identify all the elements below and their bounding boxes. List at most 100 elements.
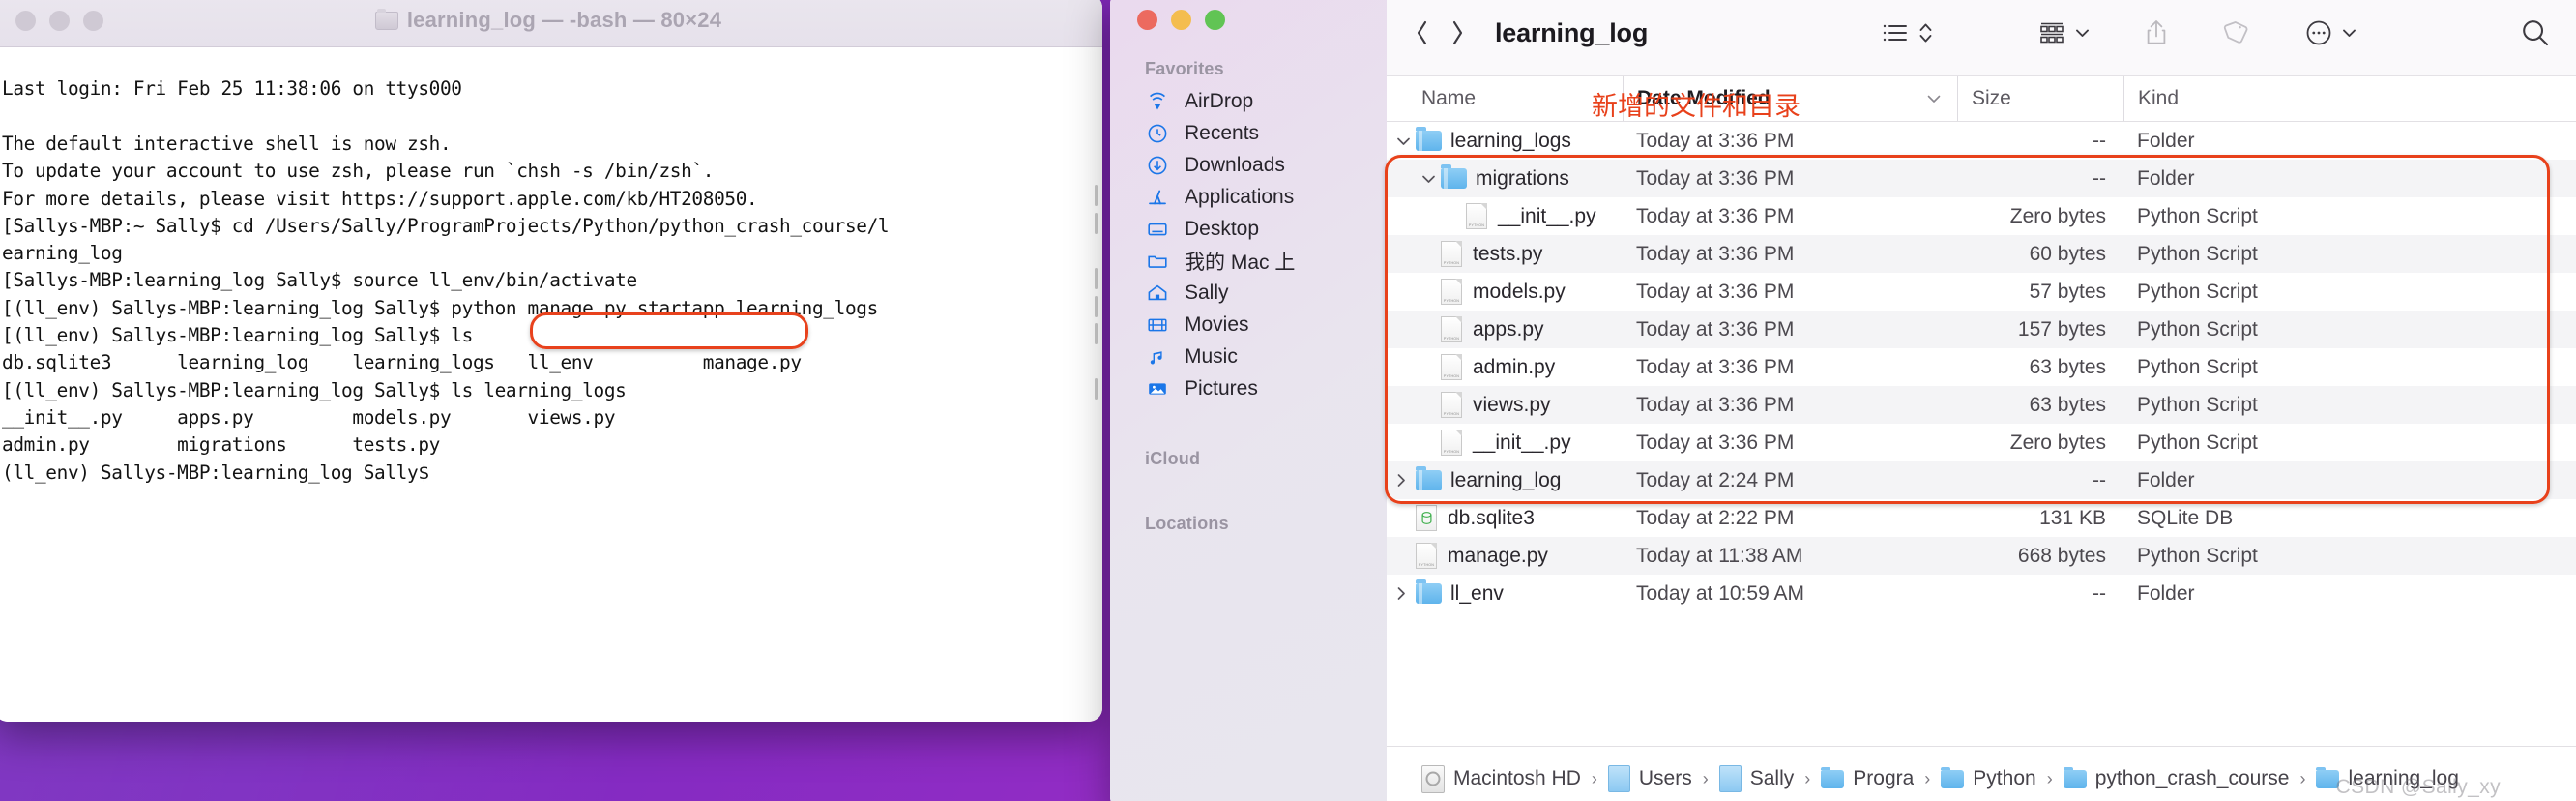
finder-sidebar[interactable]: Favorites AirDrop Recents Downloads Appl… — [1110, 0, 1387, 801]
terminal-title-text: learning_log — -bash — 80×24 — [406, 8, 722, 32]
cell-kind: Python Script — [2137, 355, 2258, 378]
breadcrumb-item[interactable]: Users — [1607, 765, 1692, 792]
folder-icon — [1145, 249, 1170, 274]
breadcrumb-item[interactable]: Python — [1941, 766, 2036, 790]
column-header-label: Name — [1421, 87, 1477, 109]
terminal-minimize-button[interactable] — [49, 10, 70, 31]
table-row[interactable]: PYTHON manage.py Today at 11:38 AM 668 byte… — [1387, 537, 2576, 575]
breadcrumb-item[interactable]: Progra — [1821, 766, 1914, 790]
breadcrumb-label: Sally — [1749, 767, 1795, 789]
table-row[interactable]: PYTHON apps.py Today at 3:36 PM 157 bytes Py… — [1387, 311, 2576, 348]
scroll-marker — [1095, 378, 1098, 400]
search-button[interactable] — [2520, 17, 2551, 48]
finder-window[interactable]: Favorites AirDrop Recents Downloads Appl… — [1110, 0, 2576, 801]
cell-name: migrations — [1387, 160, 1623, 197]
folder-icon — [1416, 466, 1442, 490]
table-row[interactable]: PYTHON admin.py Today at 3:36 PM 63 bytes Py… — [1387, 348, 2576, 386]
python-file-icon: PYTHON — [1441, 279, 1462, 305]
chevron-right-icon[interactable] — [1396, 473, 1416, 488]
cell-kind: Python Script — [2137, 544, 2258, 567]
table-row[interactable]: PYTHON models.py Today at 3:36 PM 57 bytes P… — [1387, 273, 2576, 311]
cell-size: 668 bytes — [2017, 544, 2106, 567]
file-name: admin.py — [1473, 355, 1556, 378]
finder-minimize-button[interactable] — [1171, 10, 1191, 30]
more-actions-button[interactable] — [2304, 18, 2356, 47]
file-list[interactable]: learning_logs Today at 3:36 PM -- Folder mig… — [1387, 122, 2576, 746]
tag-icon[interactable] — [2223, 19, 2250, 46]
folder-icon — [1441, 164, 1467, 189]
table-row[interactable]: PYTHON tests.py Today at 3:36 PM 60 bytes Py… — [1387, 235, 2576, 273]
cell-size: Zero bytes — [2009, 204, 2106, 227]
cell-size: Zero bytes — [2009, 430, 2106, 454]
chevron-down-icon[interactable] — [1396, 136, 1416, 146]
sidebar-item-my-mac[interactable]: 我的 Mac 上 — [1110, 245, 1387, 277]
sidebar-item-recents[interactable]: Recents — [1110, 117, 1387, 149]
download-arrow-icon — [1145, 153, 1170, 178]
breadcrumb-separator: › — [2299, 768, 2306, 788]
breadcrumb: Macintosh HD › Users › Sally › Progra › Python › p… — [1387, 746, 2576, 801]
sidebar-item-downloads[interactable]: Downloads — [1110, 149, 1387, 181]
chevron-right-icon[interactable] — [1450, 20, 1464, 45]
cell-size: -- — [2093, 129, 2106, 152]
column-header-date-modified[interactable]: Date Modified — [1623, 76, 1957, 121]
cell-kind: Python Script — [2137, 317, 2258, 341]
terminal-body[interactable]: Last login: Fri Feb 25 11:38:06 on ttys0… — [0, 47, 1102, 722]
breadcrumb-label: Users — [1638, 767, 1692, 789]
cell-kind: Python Script — [2137, 280, 2258, 303]
breadcrumb-separator: › — [1924, 768, 1931, 788]
terminal-output: Last login: Fri Feb 25 11:38:06 on ttys0… — [2, 77, 890, 484]
terminal-window[interactable]: learning_log — -bash — 80×24 Last login:… — [0, 0, 1102, 722]
table-row[interactable]: PYTHON __init__.py Today at 3:36 PM Zero by… — [1387, 424, 2576, 461]
chevron-down-icon — [2075, 28, 2090, 38]
table-row[interactable]: PYTHON __init__.py Today at 3:36 PM Zero by… — [1387, 197, 2576, 235]
finder-traffic-lights[interactable] — [1137, 10, 1387, 30]
finder-close-button[interactable] — [1137, 10, 1157, 30]
sidebar-item-airdrop[interactable]: AirDrop — [1110, 85, 1387, 117]
list-view-icon[interactable] — [1882, 20, 1911, 45]
table-row[interactable]: learning_logs Today at 3:36 PM -- Folder — [1387, 122, 2576, 160]
cell-date-modified: Today at 3:36 PM — [1636, 355, 1795, 378]
table-row[interactable]: ll_env Today at 10:59 AM -- Folder — [1387, 575, 2576, 612]
breadcrumb-item[interactable]: Sally — [1718, 765, 1795, 792]
column-header-size[interactable]: Size — [1957, 76, 2123, 121]
chevron-right-icon[interactable] — [1396, 586, 1416, 601]
column-header-kind[interactable]: Kind — [2123, 76, 2317, 121]
column-header-name[interactable]: Name — [1387, 76, 1623, 121]
music-note-icon — [1145, 344, 1170, 370]
terminal-titlebar[interactable]: learning_log — -bash — 80×24 — [0, 0, 1102, 47]
sidebar-item-label: Movies — [1185, 312, 1249, 336]
sidebar-item-sally[interactable]: Sally — [1110, 277, 1387, 309]
chevron-left-icon[interactable] — [1416, 20, 1429, 45]
share-icon[interactable] — [2144, 18, 2169, 47]
sort-chevrons-icon[interactable] — [1918, 19, 1933, 46]
terminal-zoom-button[interactable] — [83, 10, 103, 31]
column-header-label: Size — [1972, 87, 2011, 109]
breadcrumb-item[interactable]: python_crash_course — [2063, 766, 2289, 790]
terminal-scrollbar[interactable] — [1087, 47, 1100, 722]
breadcrumb-item[interactable]: Macintosh HD — [1421, 764, 1581, 793]
sidebar-item-label: Sally — [1185, 281, 1229, 304]
terminal-close-button[interactable] — [15, 10, 36, 31]
chevron-down-icon[interactable] — [1421, 174, 1441, 184]
sidebar-item-desktop[interactable]: Desktop — [1110, 213, 1387, 245]
sidebar-item-pictures[interactable]: Pictures — [1110, 372, 1387, 404]
table-row[interactable]: db.sqlite3 Today at 2:22 PM 131 KB SQLite D… — [1387, 499, 2576, 537]
cell-kind: Folder — [2137, 129, 2195, 152]
cell-size: 157 bytes — [2017, 317, 2106, 341]
hard-drive-icon — [1421, 764, 1445, 793]
breadcrumb-label: Python — [1973, 767, 2036, 789]
sidebar-item-music[interactable]: Music — [1110, 341, 1387, 372]
sidebar-item-movies[interactable]: Movies — [1110, 309, 1387, 341]
group-by-button[interactable] — [2037, 19, 2090, 46]
finder-zoom-button[interactable] — [1205, 10, 1225, 30]
column-header-label: Kind — [2138, 87, 2180, 109]
table-row[interactable]: learning_log Today at 2:24 PM -- Folder — [1387, 461, 2576, 499]
sidebar-item-label: Pictures — [1185, 376, 1258, 400]
cell-name: PYTHON apps.py — [1387, 311, 1623, 348]
watermark: CSDN @Sally_xy — [2335, 776, 2501, 798]
scroll-marker — [1095, 268, 1098, 289]
table-row[interactable]: migrations Today at 3:36 PM -- Folder — [1387, 160, 2576, 197]
table-row[interactable]: PYTHON views.py Today at 3:36 PM 63 bytes Py… — [1387, 386, 2576, 424]
terminal-traffic-lights[interactable] — [15, 10, 103, 31]
sidebar-item-applications[interactable]: Applications — [1110, 181, 1387, 213]
